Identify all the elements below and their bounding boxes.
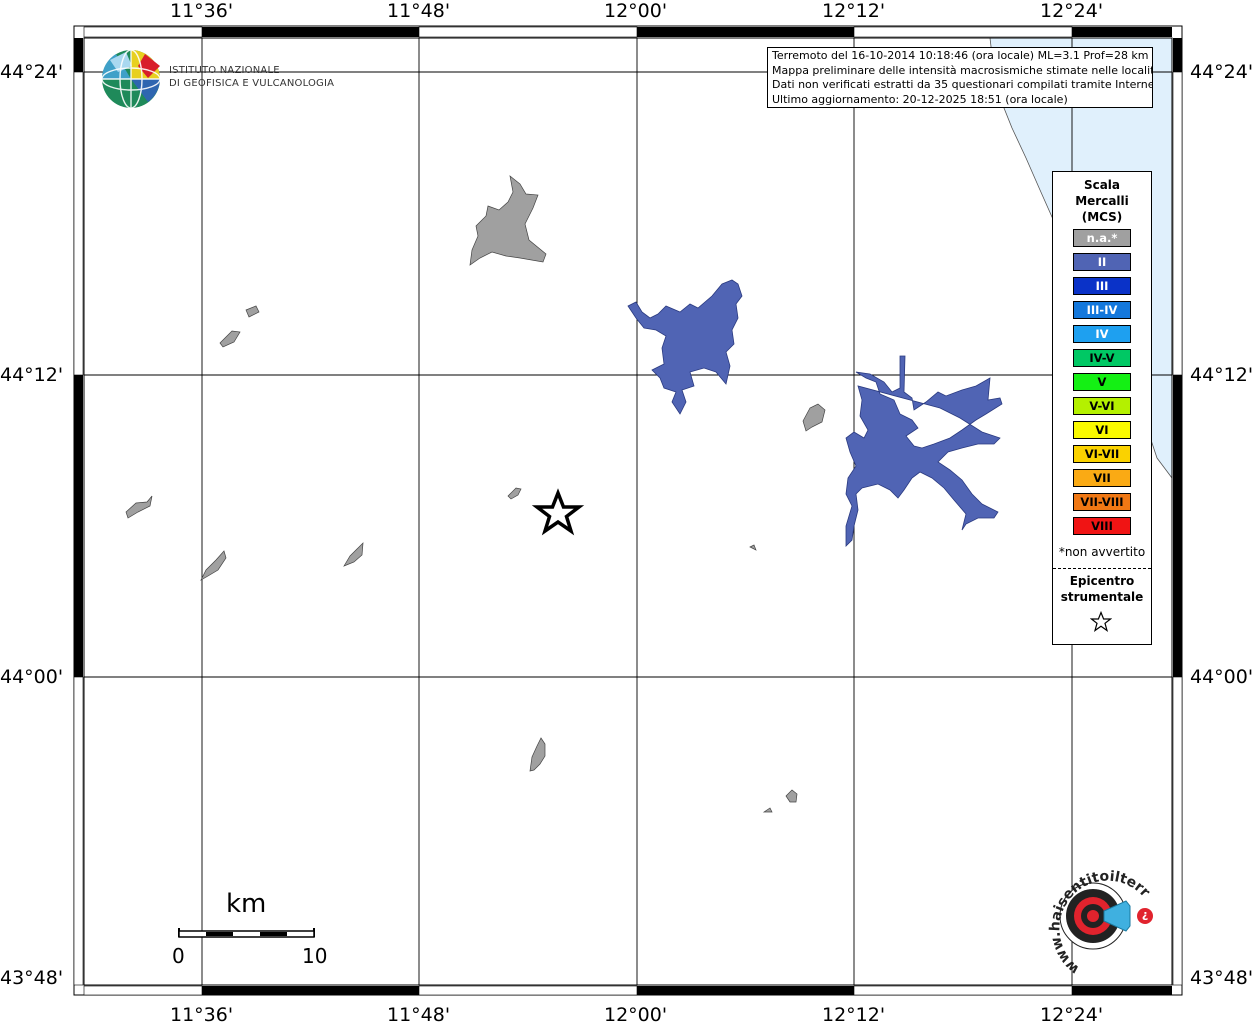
graticule bbox=[84, 38, 1172, 985]
scale-unit-label: km bbox=[226, 889, 267, 919]
municipality-blue-east bbox=[845, 355, 1003, 547]
legend-title: Scala Mercalli (MCS) bbox=[1053, 177, 1151, 225]
lat-label-left-2: 44°12' bbox=[0, 364, 64, 386]
institute-line-1: ISTITUTO NAZIONALE bbox=[169, 65, 280, 76]
institute-line-2: DI GEOFISICA E VULCANOLOGIA bbox=[169, 78, 335, 89]
legend-item-ii: II bbox=[1073, 253, 1131, 271]
watermark-text: www.haisentitoilterremoto.it bbox=[1020, 850, 1153, 977]
mcs-legend: Scala Mercalli (MCS) n.a.* II III III-IV IV I… bbox=[1052, 171, 1152, 645]
legend-item-v-vi: V-VI bbox=[1073, 397, 1131, 415]
legend-star-icon bbox=[1090, 611, 1112, 632]
lon-label-top-1: 11°36' bbox=[170, 0, 234, 22]
institute-name: ISTITUTO NAZIONALE DI GEOFISICA E VULCAN… bbox=[169, 64, 334, 90]
ingv-logo bbox=[101, 49, 161, 109]
lon-label-top-2: 11°48' bbox=[387, 0, 451, 22]
legend-item-viii: VIII bbox=[1073, 517, 1131, 535]
legend-item-n-a: n.a.* bbox=[1073, 229, 1131, 247]
legend-epicenter-label: Epicentro strumentale bbox=[1053, 573, 1151, 605]
legend-item-vi: VI bbox=[1073, 421, 1131, 439]
legend-item-iii-iv: III-IV bbox=[1073, 301, 1131, 319]
lat-label-left-4: 43°48' bbox=[0, 967, 64, 989]
lat-label-right-2: 44°12' bbox=[1190, 364, 1254, 386]
legend-title-line-3: (MCS) bbox=[1081, 210, 1123, 224]
lon-label-top-5: 12°24' bbox=[1040, 0, 1104, 22]
event-info-line-2: Mappa preliminare delle intensità macros… bbox=[772, 63, 1153, 77]
lat-label-right-3: 44°00' bbox=[1190, 666, 1254, 688]
legend-separator bbox=[1053, 568, 1151, 569]
legend-item-vii-viii: VII-VIII bbox=[1073, 493, 1131, 511]
lon-label-bottom-4: 12°12' bbox=[822, 1004, 886, 1026]
event-info-line-1: Terremoto del 16-10-2014 10:18:46 (ora l… bbox=[772, 49, 1149, 62]
legend-title-line-1: Scala bbox=[1083, 178, 1121, 192]
lon-label-top-3: 12°00' bbox=[604, 0, 668, 22]
scale-max-label: 10 bbox=[302, 944, 328, 968]
legend-note: *non avvertito bbox=[1058, 545, 1146, 559]
svg-text:www.haisentitoilterremoto.it: www.haisentitoilterremoto.it bbox=[1020, 850, 1153, 977]
lon-label-bottom-5: 12°24' bbox=[1040, 1004, 1104, 1026]
lat-label-right-1: 44°24' bbox=[1190, 61, 1254, 83]
map-frame bbox=[73, 25, 1183, 996]
legend-epicenter-line-1: Epicentro bbox=[1069, 574, 1135, 588]
event-info-line-4: Ultimo aggiornamento: 20-12-2025 18:51 (… bbox=[772, 92, 1068, 106]
lon-label-bottom-1: 11°36' bbox=[170, 1004, 234, 1026]
lon-label-bottom-2: 11°48' bbox=[387, 1004, 451, 1026]
lon-label-bottom-3: 12°00' bbox=[604, 1004, 668, 1026]
legend-item-v: V bbox=[1073, 373, 1131, 391]
event-info-box: Terremoto del 16-10-2014 10:18:46 (ora l… bbox=[767, 47, 1153, 108]
event-info-line-3: Dati non verificati estratti da 35 quest… bbox=[772, 78, 1153, 92]
legend-item-iv-v: IV-V bbox=[1073, 349, 1131, 367]
municipality-large-north bbox=[469, 175, 547, 266]
municipality-blue-center bbox=[627, 279, 743, 415]
legend-item-iv: IV bbox=[1073, 325, 1131, 343]
lat-label-left-1: 44°24' bbox=[0, 61, 64, 83]
legend-item-vii: VII bbox=[1073, 469, 1131, 487]
legend-item-vi-vii: VI-VII bbox=[1073, 445, 1131, 463]
legend-title-line-2: Mercalli bbox=[1075, 194, 1129, 208]
scale-bar bbox=[178, 928, 315, 938]
lat-label-left-3: 44°00' bbox=[0, 666, 64, 688]
municipalities-not-felt bbox=[125, 175, 826, 813]
epicenter-star bbox=[531, 488, 585, 536]
haisentito-text: www.haisentitoilterremoto.it bbox=[1020, 850, 1153, 977]
scale-min-label: 0 bbox=[172, 944, 185, 968]
legend-epicenter-line-2: strumentale bbox=[1060, 590, 1144, 604]
lat-label-right-4: 43°48' bbox=[1190, 967, 1254, 989]
lon-label-top-4: 12°12' bbox=[822, 0, 886, 22]
legend-item-iii: III bbox=[1073, 277, 1131, 295]
